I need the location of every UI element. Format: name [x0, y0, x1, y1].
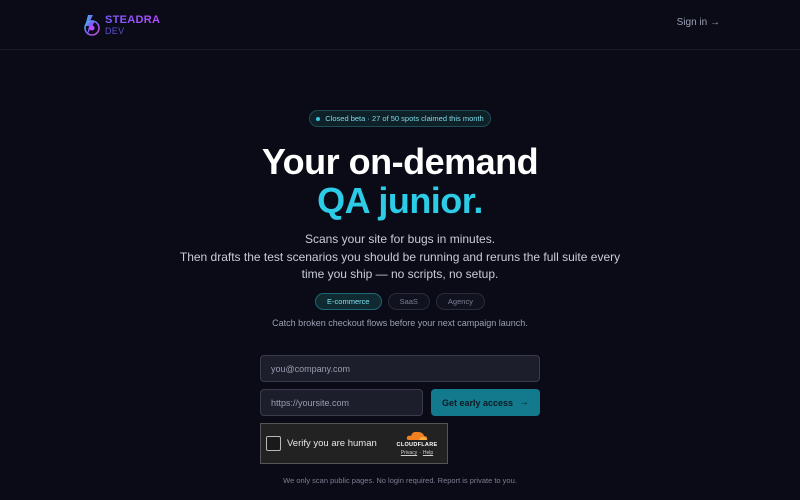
captcha-checkbox[interactable]	[266, 436, 281, 451]
website-input[interactable]	[260, 389, 423, 416]
cloudflare-wordmark: CLOUDFLARE	[396, 442, 438, 448]
pill-agency[interactable]: Agency	[435, 293, 485, 310]
logo-mark-icon	[84, 15, 100, 36]
hero-title-line2: QA junior.	[317, 180, 483, 221]
beta-badge: Closed beta · 27 of 50 spots claimed thi…	[309, 110, 491, 127]
segment-caption: Catch broken checkout flows before your …	[272, 318, 528, 328]
hero-subtitle-line1: Scans your site for bugs in minutes.	[304, 232, 496, 246]
beta-badge-text: Closed beta · 27 of 50 spots claimed thi…	[325, 114, 484, 123]
privacy-footnote: We only scan public pages. No login requ…	[283, 476, 517, 485]
link-separator: ·	[419, 450, 421, 456]
help-link[interactable]: Help	[423, 450, 433, 456]
captcha-links: Privacy · Help	[393, 450, 441, 456]
status-dot-icon	[316, 116, 321, 121]
hero-subtitle-line2: Then drafts the test scenarios you shoul…	[179, 249, 621, 264]
logo-name: STEADRA	[105, 13, 161, 26]
hero-subtitle-line3: time you ship — no scripts, no setup.	[301, 267, 499, 281]
captcha-label: Verify you are human	[287, 438, 377, 449]
get-early-access-button[interactable]: Get early access →	[431, 389, 540, 416]
hero-subtitle: Scans your site for bugs in minutes. The…	[0, 231, 800, 284]
arrow-right-icon: →	[519, 397, 530, 408]
captcha-widget: Verify you are human CLOUDFLARE Privacy ·…	[260, 423, 448, 464]
email-input[interactable]	[260, 355, 540, 382]
cloudflare-cloud-icon	[406, 431, 428, 440]
hero-title-line1: Your on-demand	[261, 141, 539, 182]
hero-title: Your on-demand QA junior.	[0, 142, 800, 220]
top-nav: STEADRA DEV Sign in →	[0, 0, 800, 50]
brand-logo[interactable]: STEADRA DEV	[80, 12, 160, 38]
pill-ecommerce[interactable]: E-commerce	[315, 293, 382, 310]
cloudflare-branding: CLOUDFLARE Privacy · Help	[393, 430, 441, 460]
landing-page: STEADRA DEV Sign in → Closed beta · 27 o…	[0, 0, 800, 500]
logo-subtitle: DEV	[105, 25, 125, 36]
cta-label: Get early access	[441, 397, 514, 408]
privacy-link[interactable]: Privacy	[401, 450, 417, 456]
pill-saas[interactable]: SaaS	[387, 293, 430, 310]
segment-pills: E-commerce SaaS Agency	[0, 293, 800, 310]
sign-in-link[interactable]: Sign in →	[677, 17, 720, 28]
